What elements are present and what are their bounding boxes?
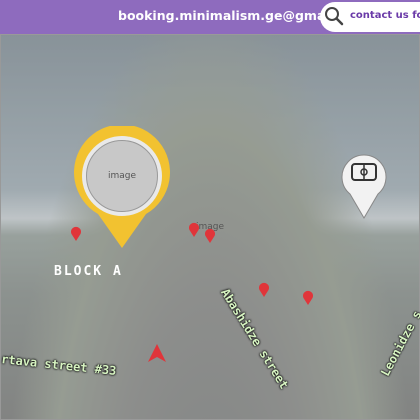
search-icon[interactable]: [322, 4, 346, 28]
map-pin-icon[interactable]: [70, 226, 82, 242]
map-pin-icon[interactable]: [302, 290, 314, 306]
contact-us-button[interactable]: contact us for D: [350, 10, 420, 21]
navigation-arrow-icon[interactable]: [146, 342, 168, 364]
map-pin-icon[interactable]: [258, 282, 270, 298]
top-bar: booking.minimalism.ge@gmail.com contact …: [0, 0, 420, 34]
stadium-map-pin[interactable]: [340, 150, 388, 220]
block-a-preview-image[interactable]: image: [86, 140, 158, 212]
map-pin-icon[interactable]: [204, 228, 216, 244]
map-pin-icon[interactable]: [188, 222, 200, 238]
building-label: BLOCK A: [54, 264, 123, 279]
